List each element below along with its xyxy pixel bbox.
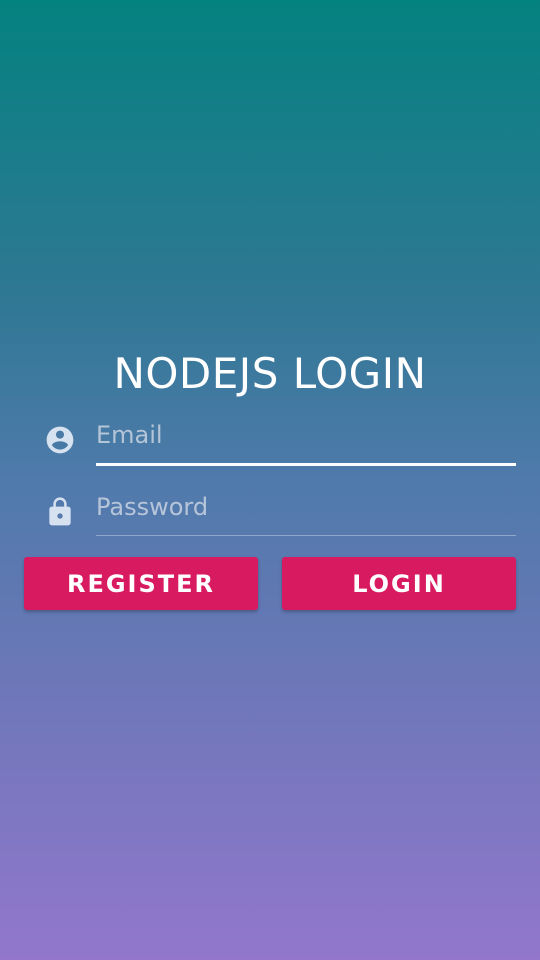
- password-field-row: [0, 484, 540, 540]
- account-circle-icon: [46, 426, 74, 454]
- login-button[interactable]: LOGIN: [282, 557, 516, 610]
- password-underline: [96, 535, 516, 536]
- lock-icon: [49, 497, 71, 526]
- password-input[interactable]: [96, 484, 516, 530]
- register-button[interactable]: REGISTER: [24, 557, 258, 610]
- email-field-row: [0, 412, 540, 468]
- page-title: NODEJS LOGIN: [113, 349, 427, 398]
- email-underline: [96, 463, 516, 466]
- email-input[interactable]: [96, 412, 516, 458]
